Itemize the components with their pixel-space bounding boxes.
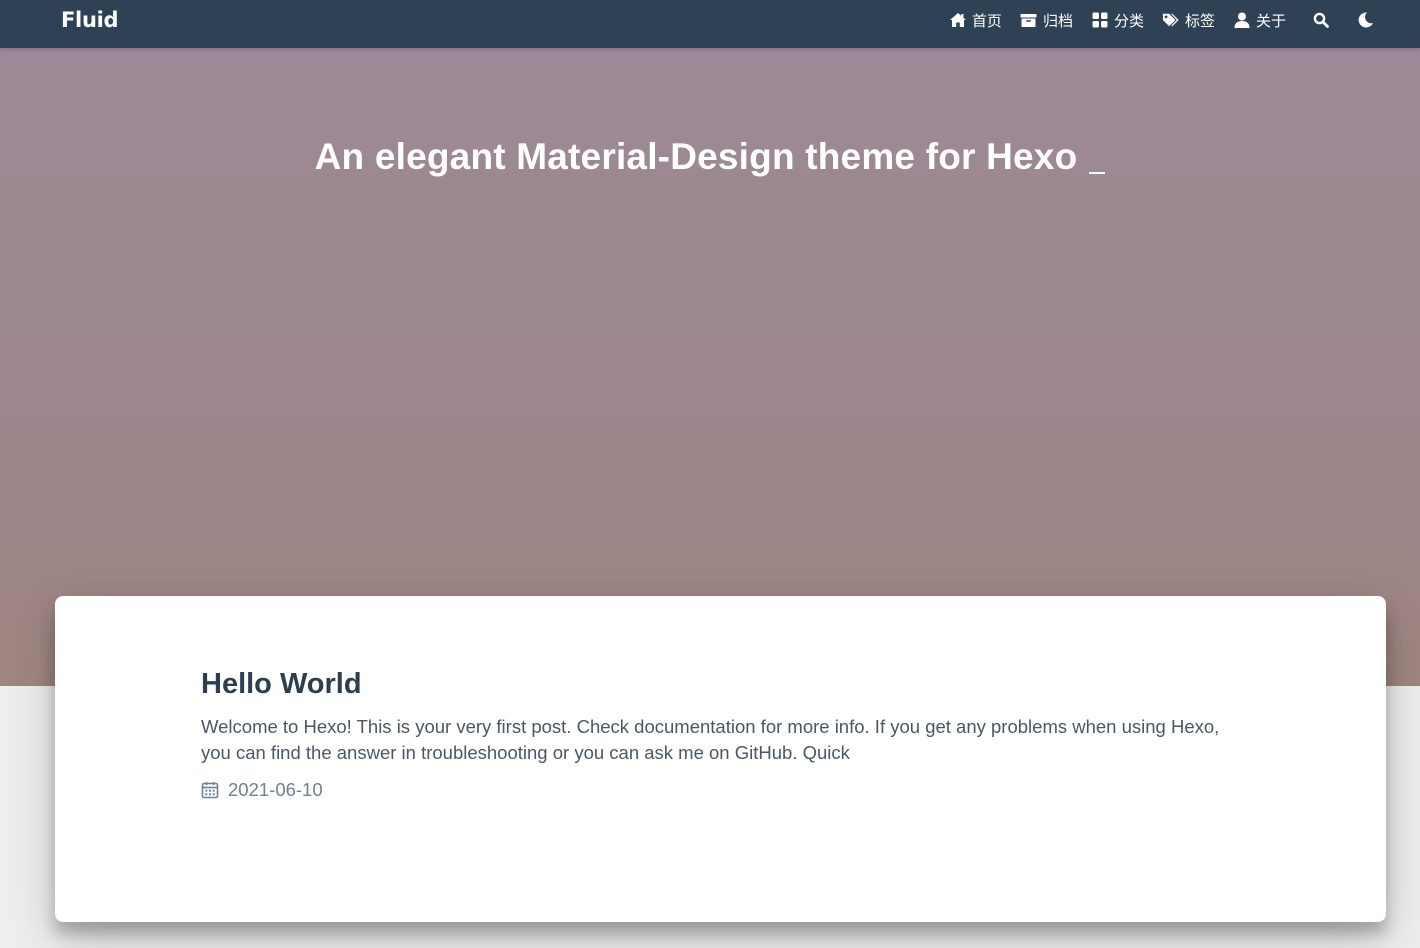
category-icon xyxy=(1091,11,1109,29)
typing-cursor xyxy=(1089,172,1106,174)
post-item: Hello World Welcome to Hexo! This is you… xyxy=(201,666,1241,802)
nav-item-about[interactable]: 关于 xyxy=(1233,0,1286,40)
home-icon xyxy=(949,11,967,29)
dark-mode-toggle[interactable] xyxy=(1356,0,1374,40)
post-date: 2021-06-10 xyxy=(228,779,323,800)
nav-item-tags[interactable]: 标签 xyxy=(1162,0,1215,40)
nav-item-label: 归档 xyxy=(1042,11,1073,30)
calendar-icon xyxy=(201,781,219,799)
site-brand-link[interactable]: Fluid xyxy=(61,0,119,40)
post-excerpt[interactable]: Welcome to Hexo! This is your very first… xyxy=(201,714,1241,766)
tags-icon xyxy=(1162,11,1180,29)
search-button[interactable] xyxy=(1312,0,1330,40)
nav-menu: 首页 归档 分类 标签 关于 xyxy=(949,0,1374,40)
banner-subtitle: An elegant Material-Design theme for Hex… xyxy=(0,136,1420,178)
nav-item-home[interactable]: 首页 xyxy=(949,0,1002,40)
nav-item-label: 分类 xyxy=(1113,11,1144,30)
post-list-card: Hello World Welcome to Hexo! This is you… xyxy=(55,596,1386,922)
moon-icon xyxy=(1356,11,1374,29)
nav-item-label: 关于 xyxy=(1255,11,1286,30)
hero-banner: An elegant Material-Design theme for Hex… xyxy=(0,48,1420,686)
post-meta: 2021-06-10 xyxy=(201,778,1241,802)
archive-icon xyxy=(1020,11,1038,29)
nav-item-label: 首页 xyxy=(971,11,1002,30)
banner-subtitle-text: An elegant Material-Design theme for Hex… xyxy=(314,136,1078,177)
post-title-link[interactable]: Hello World xyxy=(201,666,1241,702)
top-navbar: Fluid 首页 归档 分类 标签 关于 xyxy=(0,0,1420,48)
nav-item-categories[interactable]: 分类 xyxy=(1091,0,1144,40)
nav-item-archive[interactable]: 归档 xyxy=(1020,0,1073,40)
nav-item-label: 标签 xyxy=(1184,11,1215,30)
search-icon xyxy=(1312,11,1330,29)
user-icon xyxy=(1233,11,1251,29)
